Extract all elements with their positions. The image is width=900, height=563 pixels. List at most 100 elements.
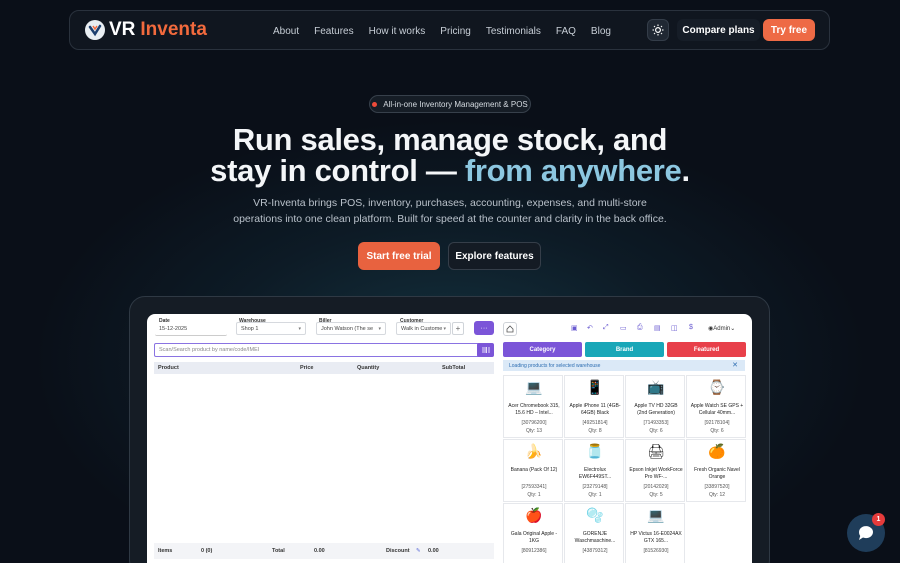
product-image: 🖨 [647,443,665,459]
home-icon [506,325,514,333]
col-subtotal: SubTotal [442,365,466,371]
product-name: Fresh Organic Navel Orange [694,467,740,480]
product-image: 🫧 [586,507,604,523]
cart-table-header: Product Price Quantity SubTotal [154,362,494,374]
home-button[interactable] [503,322,517,336]
close-icon[interactable]: ✕ [732,361,738,369]
product-code: [92178104] [704,420,730,426]
product-image: 🍎 [525,507,543,523]
product-card[interactable]: 💻 HP Victus 16-E0024AX GTX 165... [8152693… [625,503,685,563]
product-name: Electrolux EW6F449ST... [578,467,612,480]
product-name: Epson Inkjet WorkForce Pro WF-... [629,467,683,480]
nav-link-features[interactable]: Features [314,26,353,37]
product-card[interactable]: 📱 Apple iPhone 11 (4GB-64GB) Black [492518… [564,375,624,438]
product-card[interactable]: 🖨 Epson Inkjet WorkForce Pro WF-... [20142… [625,439,685,502]
tab-category[interactable]: Category [503,342,582,357]
warehouse-value: Shop 1 [241,325,259,332]
warehouse-select[interactable]: Shop 1 ▾ [236,322,306,335]
theme-toggle-button[interactable] [647,19,669,41]
discount-label: Discount [386,548,410,554]
printer-icon[interactable]: ⎙ [637,324,643,332]
product-name: Apple TV HD 32GB (2nd Generation) [634,403,678,416]
chat-notification-badge: 1 [872,513,885,526]
tab-brand[interactable]: Brand [585,342,664,357]
product-card[interactable]: 🫧 GORENJE Waschmaschine... [43879312] [564,503,624,563]
biller-value: John Watson (The se [321,325,374,332]
customer-value: Walk in Custome [401,325,443,332]
product-card[interactable]: 💻 Acer Chromebook 315, 15.6 HD – Intel...… [503,375,563,438]
hero-badge: All-in-one Inventory Management & POS [369,95,531,113]
undo-icon[interactable]: ↶ [587,324,593,332]
product-name: Gala Original Apple - 1KG [510,531,558,544]
compare-plans-button[interactable]: Compare plans [677,19,760,41]
product-code: [80912386] [521,548,547,554]
hero-subtitle-line1: VR-Inventa brings POS, inventory, purcha… [253,197,647,209]
start-free-trial-button[interactable]: Start free trial [358,242,440,270]
items-label: Items [158,548,173,554]
chat-bubble-icon [858,526,873,540]
brand-prefix: VR [109,19,136,40]
product-qty: Qty: 12 [708,492,726,498]
hero-subtitle-line2: operations into one clean platform. Buil… [233,213,667,225]
product-name: HP Victus 16-E0024AX GTX 165... [630,531,682,544]
product-name: Banana (Pack Of 12) [510,467,558,473]
pos-toolbar: ▣ ↶ ⤢ ▭ ⎙ ▤ ◫ $ ◉Admin⌄ [503,322,745,336]
chevron-down-icon: ▾ [443,325,446,332]
more-options-button[interactable]: ··· [474,321,494,335]
nav-link-about[interactable]: About [273,26,299,37]
customer-select[interactable]: Walk in Custome ▾ [396,322,451,335]
nav-link-how-it-works[interactable]: How it works [369,26,426,37]
tab-featured[interactable]: Featured [667,342,746,357]
product-qty: Qty: 13 [525,428,543,434]
monitor-icon[interactable]: ▭ [620,324,627,332]
product-code: [49251814] [582,420,608,426]
product-name: Acer Chromebook 315, 15.6 HD – Intel... [508,403,560,416]
nav-link-blog[interactable]: Blog [591,26,611,37]
nav-link-faq[interactable]: FAQ [556,26,576,37]
product-card[interactable]: 🫙 Electrolux EW6F449ST... [23279148] Qty: 1 [564,439,624,502]
nav-link-pricing[interactable]: Pricing [440,26,471,37]
product-search-input[interactable]: Scan/Search product by name/code/IMEI [154,343,481,357]
admin-menu[interactable]: ◉Admin⌄ [708,325,735,332]
total-label: Total [272,548,285,554]
chevron-down-icon: ⌄ [730,326,736,332]
product-card[interactable]: ⌚ Apple Watch SE GPS + Cellular 40mm... [9… [686,375,746,438]
product-qty: Qty: 1 [527,492,541,498]
product-card[interactable]: 🍊 Fresh Organic Navel Orange [33897520] Qty… [686,439,746,502]
edit-discount-icon[interactable]: ✎ [416,548,421,554]
product-code: [81526930] [643,548,669,554]
nav-links: About Features How it works Pricing Test… [273,11,626,51]
total-value: 0.00 [314,548,325,554]
cart-summary: Items 0 (0) Total 0.00 Discount ✎ 0.00 [154,543,494,559]
barcode-scan-button[interactable] [477,343,494,357]
product-card[interactable]: 📺 Apple TV HD 32GB (2nd Generation) [71493… [625,375,685,438]
dollar-icon[interactable]: $ [689,324,693,331]
admin-label: Admin [713,326,731,332]
product-image: ⌚ [708,379,726,395]
loading-notice: Loading products for selected warehouse … [503,360,745,371]
save-icon[interactable]: ▣ [571,324,578,332]
discount-value: 0.00 [428,548,439,554]
col-quantity: Quantity [357,365,380,371]
product-card[interactable]: 🍌 Banana (Pack Of 12) [27593341] Qty: 1 [503,439,563,502]
biller-select[interactable]: John Watson (The se ▾ [316,322,386,335]
barcode-icon [482,347,489,353]
chevron-down-icon: ▾ [378,325,381,332]
explore-features-button[interactable]: Explore features [448,242,541,270]
date-field[interactable]: 15-12-2025 [155,323,227,336]
product-code: [30796200] [521,420,547,426]
product-qty: Qty: 5 [649,492,663,498]
brand-logo[interactable]: VR Inventa [85,19,207,41]
product-name: GORENJE Waschmaschine... [574,531,616,544]
product-code: [23279148] [582,484,608,490]
cash-register-icon[interactable]: ▤ [654,324,661,332]
try-free-button[interactable]: Try free [763,19,815,41]
bag-icon[interactable]: ◫ [671,324,678,332]
loading-text: Loading products for selected warehouse [509,362,601,369]
nav-link-testimonials[interactable]: Testimonials [486,26,541,37]
fullscreen-icon[interactable]: ⤢ [603,324,609,332]
product-qty: Qty: 1 [588,492,602,498]
add-customer-button[interactable]: + [452,322,464,335]
product-card[interactable]: 🍎 Gala Original Apple - 1KG [80912386] [503,503,563,563]
product-image: 📺 [647,379,665,395]
